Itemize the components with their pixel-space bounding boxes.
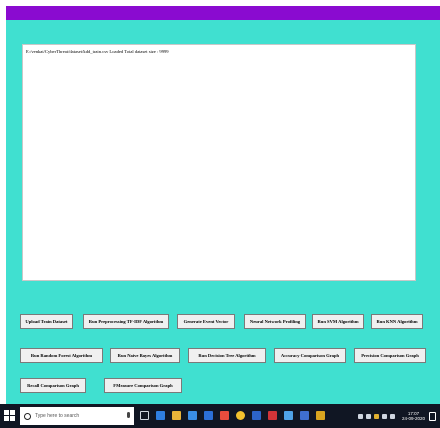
settings-app-icon[interactable]: [300, 411, 309, 420]
python-icon[interactable]: [316, 411, 325, 420]
pdf-reader-icon[interactable]: [268, 411, 277, 420]
search-icon: [24, 412, 31, 420]
microphone-icon[interactable]: [127, 412, 130, 418]
system-tray: 17:07 24-09-2020: [357, 408, 436, 424]
run-random-forest-button[interactable]: Run Random Forest Algorithm: [20, 348, 103, 363]
store-icon[interactable]: [188, 411, 197, 420]
windows-taskbar: Type here to search 17:07 24-09-2020: [0, 404, 440, 428]
network-icon[interactable]: [381, 413, 387, 419]
paint-icon[interactable]: [284, 411, 293, 420]
edge-browser-icon[interactable]: [156, 411, 165, 420]
generate-event-vector-button[interactable]: Generate Event Vector: [177, 314, 235, 329]
precision-graph-button[interactable]: Precision Comparison Graph: [354, 348, 426, 363]
nn-profiling-button[interactable]: Neural Network Profiling: [244, 314, 306, 329]
task-view-icon[interactable]: [140, 411, 149, 420]
app-window: E:/venkat/CyberThreat/dataset/kdd_train.…: [0, 0, 440, 404]
chevron-up-icon[interactable]: [365, 413, 371, 419]
run-naive-bayes-button[interactable]: Run Naive Bayes Algorithm: [110, 348, 180, 363]
windows-start-icon[interactable]: [4, 410, 16, 422]
media-player-icon[interactable]: [220, 411, 229, 420]
clock-date: 24-09-2020: [401, 416, 425, 421]
run-decision-tree-button[interactable]: Run Decision Tree Algorithm: [188, 348, 266, 363]
notification-icon[interactable]: [429, 411, 436, 421]
chrome-icon[interactable]: [236, 411, 245, 420]
taskbar-search-box[interactable]: Type here to search: [20, 407, 134, 425]
run-knn-button[interactable]: Run KNN Algorithm: [371, 314, 423, 329]
search-placeholder: Type here to search: [35, 413, 80, 419]
run-svm-button[interactable]: Run SVM Algorithm: [312, 314, 364, 329]
word-icon[interactable]: [252, 411, 261, 420]
file-explorer-icon[interactable]: [172, 411, 181, 420]
volume-icon[interactable]: [389, 413, 395, 419]
run-preprocessing-button[interactable]: Run Preprocessing TF-IDF Algorithm: [83, 314, 169, 329]
mail-icon[interactable]: [204, 411, 213, 420]
upload-dataset-button[interactable]: Upload Train Dataset: [20, 314, 73, 329]
battery-icon[interactable]: [373, 413, 379, 419]
taskbar-clock[interactable]: 17:07 24-09-2020: [402, 411, 425, 422]
output-textarea[interactable]: E:/venkat/CyberThreat/dataset/kdd_train.…: [22, 44, 416, 281]
accuracy-graph-button[interactable]: Accuracy Comparison Graph: [274, 348, 346, 363]
window-titlebar[interactable]: [6, 6, 440, 20]
fmeasure-graph-button[interactable]: FMeasure Comparison Graph: [104, 378, 182, 393]
recall-graph-button[interactable]: Recall Comparison Graph: [20, 378, 86, 393]
window-client-area: E:/venkat/CyberThreat/dataset/kdd_train.…: [6, 20, 440, 404]
people-icon[interactable]: [357, 413, 363, 419]
